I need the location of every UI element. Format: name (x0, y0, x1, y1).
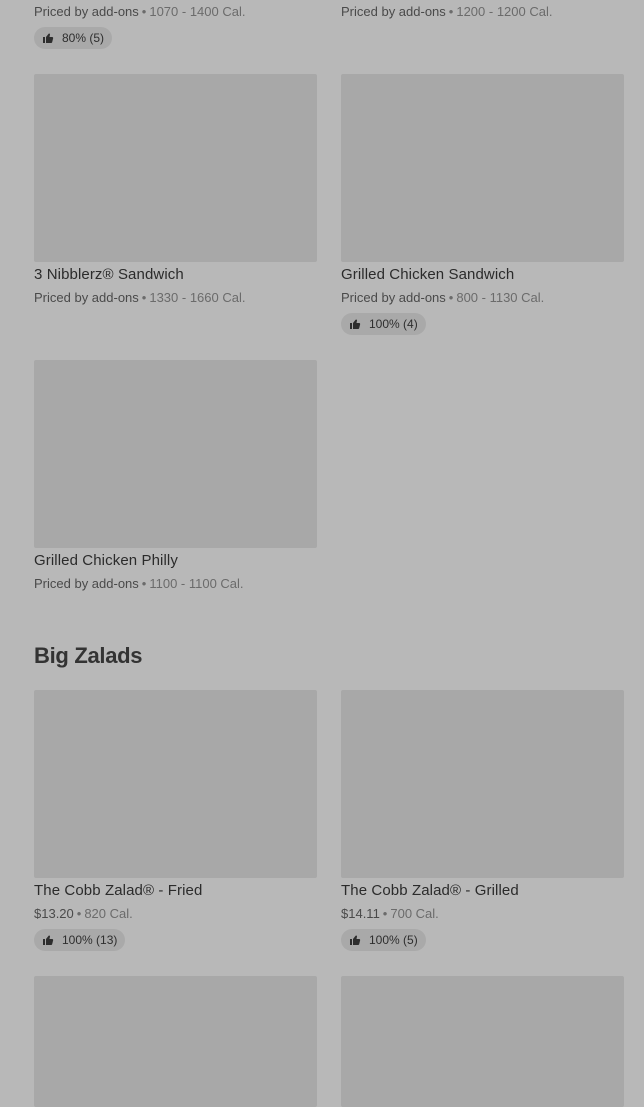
separator-dot: • (448, 290, 454, 305)
separator-dot: • (76, 906, 82, 921)
item-title: Grilled Chicken Sandwich (341, 266, 515, 283)
item-title: The Cobb Zalad® - Grilled (341, 882, 519, 899)
item-price: Priced by add-ons (341, 4, 446, 19)
item-image (341, 690, 624, 878)
item-meta: Priced by add-ons • 1330 - 1660 Cal. (34, 290, 245, 305)
rating-text: 80% (5) (62, 31, 105, 45)
item-price: Priced by add-ons (34, 290, 139, 305)
thumbs-up-icon (350, 319, 361, 329)
separator-dot: • (448, 4, 454, 19)
item-meta: Priced by add-ons • 800 - 1130 Cal. (341, 290, 544, 305)
item-meta: Priced by add-ons • 1100 - 1100 Cal. (34, 576, 244, 591)
item-price: Priced by add-ons (341, 290, 446, 305)
separator-dot: • (141, 576, 147, 591)
menu-item-card[interactable]: 3 Nibblerz® Sandwich Priced by add-ons • 1… (34, 74, 317, 314)
section-title: Big Zalads (34, 643, 143, 668)
item-calories: 1100 - 1100 Cal. (149, 576, 244, 591)
thumbs-up-icon (43, 935, 54, 945)
item-price: Priced by add-ons (34, 576, 139, 591)
item-image (341, 976, 624, 1107)
item-calories: 1330 - 1660 Cal. (149, 290, 246, 305)
item-calories: 1200 - 1200 Cal. (456, 4, 553, 19)
menu-item-card[interactable]: The Cobb Zalad® - Grilled $14.11 • 700 Cal… (341, 690, 624, 954)
separator-dot: • (141, 4, 147, 19)
item-image (34, 690, 317, 878)
separator-dot: • (382, 906, 388, 921)
menu-item-card-partial[interactable] (34, 976, 317, 1107)
thumbs-up-icon (43, 33, 54, 43)
item-price: Priced by add-ons (34, 4, 139, 19)
menu-page: Priced by add-ons • 1070 - 1400 Cal. 80% (… (0, 0, 644, 1107)
separator-dot: • (141, 290, 147, 305)
item-meta: Priced by add-ons • 1070 - 1400 Cal. (34, 4, 245, 19)
item-price: $14.11 (341, 906, 380, 921)
item-calories: 800 - 1130 Cal. (456, 290, 545, 305)
item-meta: $13.20 • 820 Cal. (34, 906, 133, 921)
item-price: $13.20 (34, 906, 74, 921)
item-image (341, 74, 624, 262)
rating-text: 100% (5) (369, 933, 418, 947)
item-meta: Priced by add-ons • 1200 - 1200 Cal. (341, 4, 552, 19)
menu-item-card-top-right[interactable]: Priced by add-ons • 1200 - 1200 Cal. (341, 0, 624, 30)
menu-item-card[interactable]: Grilled Chicken Sandwich Priced by add-o… (341, 74, 624, 338)
item-calories: 820 Cal. (84, 906, 133, 921)
item-image (34, 74, 317, 262)
menu-item-card-top-left[interactable]: Priced by add-ons • 1070 - 1400 Cal. 80% (… (34, 0, 317, 50)
menu-item-card[interactable]: Grilled Chicken Philly Priced by add-ons… (34, 360, 317, 600)
rating-text: 100% (4) (369, 317, 418, 331)
rating-badge: 100% (5) (341, 929, 426, 951)
item-meta: $14.11 • 700 Cal. (341, 906, 439, 921)
item-title: Grilled Chicken Philly (34, 552, 178, 569)
rating-badge: 100% (13) (34, 929, 126, 951)
item-image (34, 976, 317, 1107)
menu-item-card[interactable]: The Cobb Zalad® - Fried $13.20 • 820 Cal. … (34, 690, 317, 954)
item-title: The Cobb Zalad® - Fried (34, 882, 203, 899)
thumbs-up-icon (350, 935, 361, 945)
item-calories: 1070 - 1400 Cal. (149, 4, 246, 19)
rating-text: 100% (13) (62, 933, 118, 947)
menu-item-card-partial[interactable] (341, 976, 624, 1107)
rating-badge: 80% (5) (34, 27, 113, 49)
item-title: 3 Nibblerz® Sandwich (34, 266, 184, 283)
item-image (34, 360, 317, 548)
item-calories: 700 Cal. (390, 906, 439, 921)
rating-badge: 100% (4) (341, 313, 426, 335)
